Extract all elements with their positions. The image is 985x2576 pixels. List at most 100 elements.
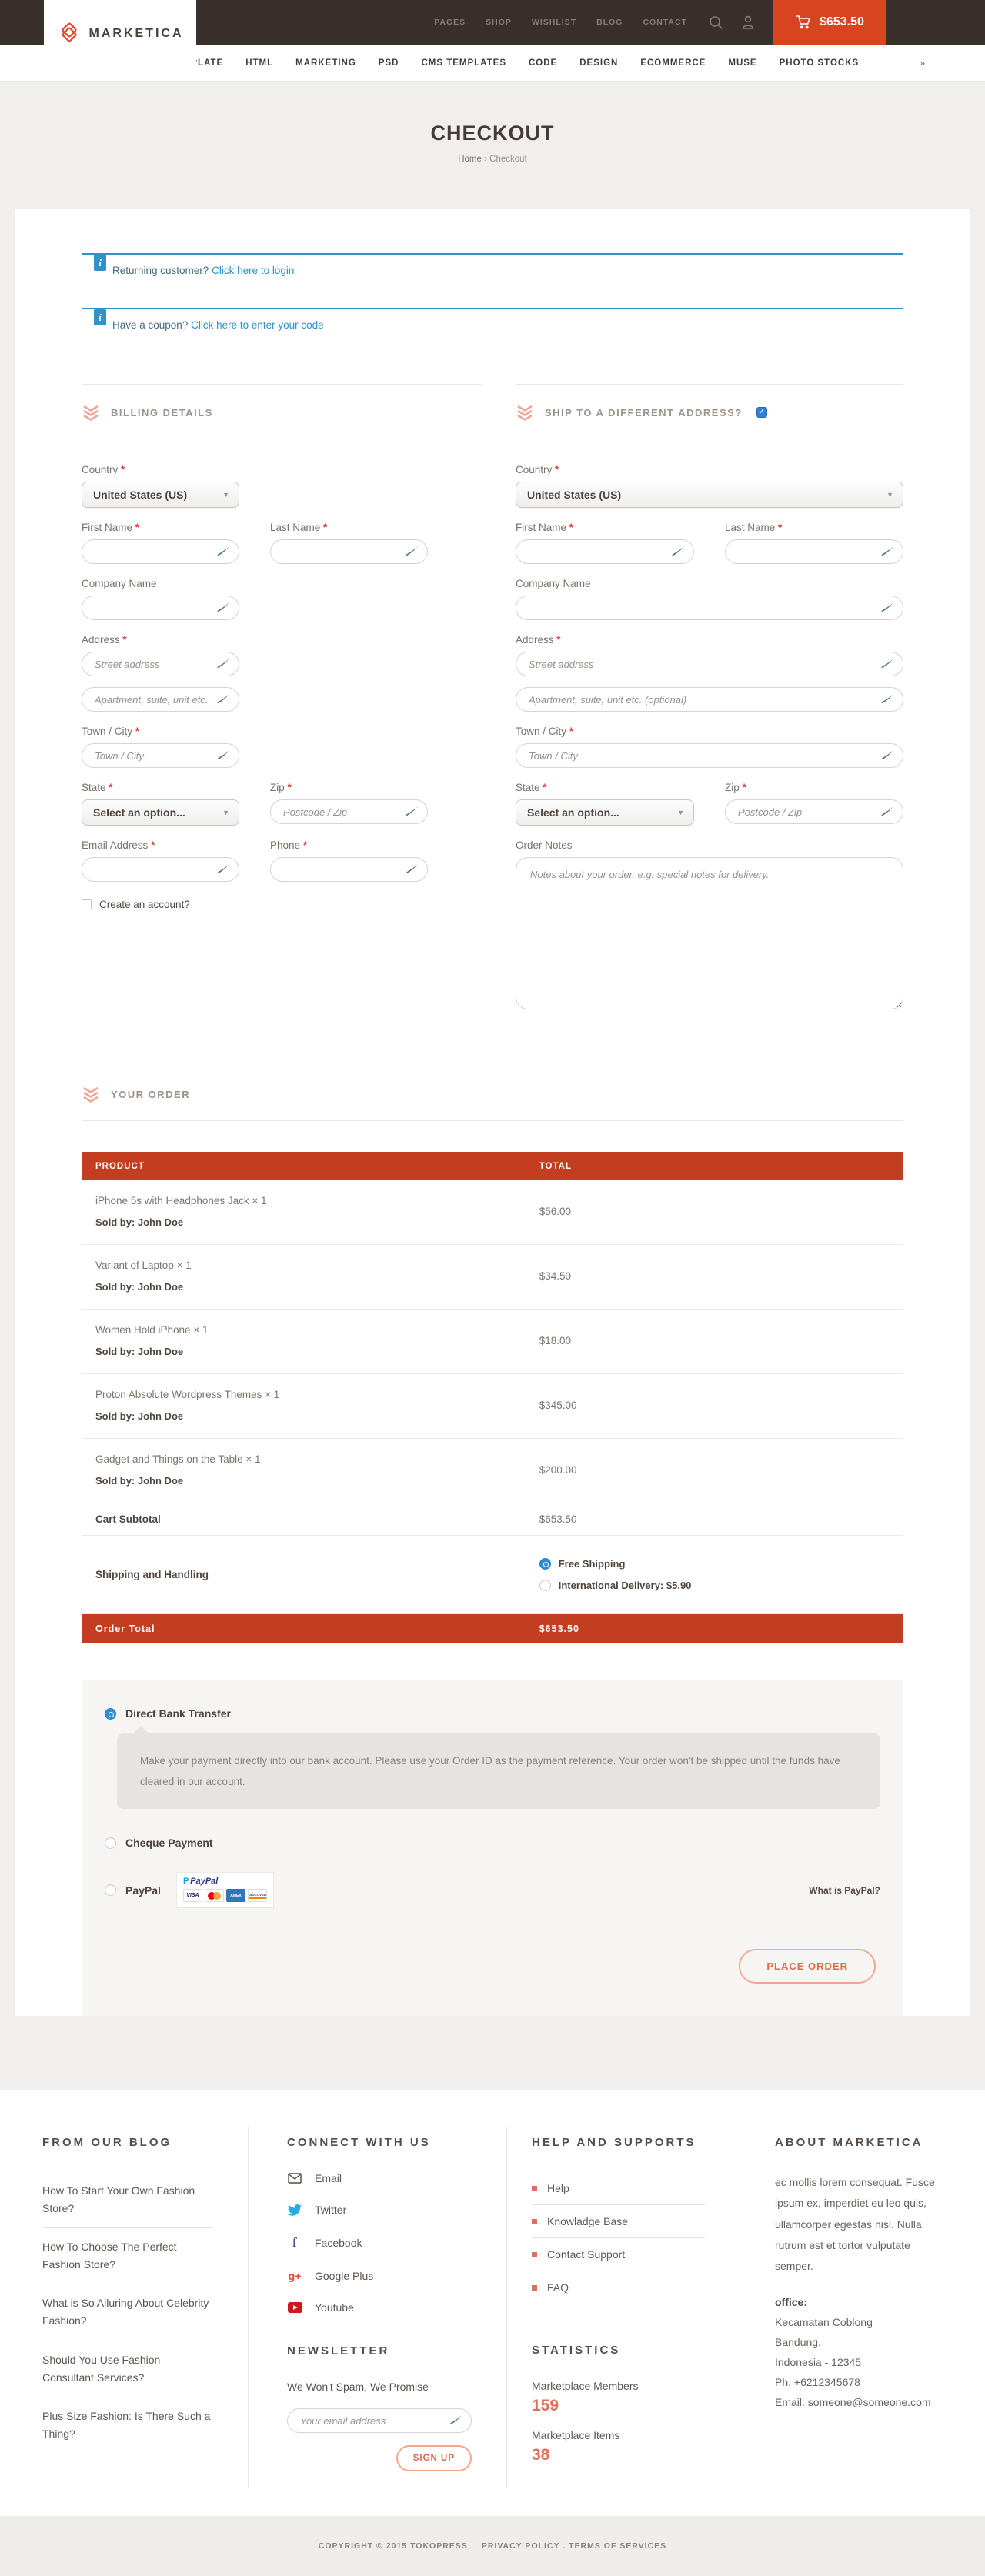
logo[interactable]: MARKETICA	[44, 0, 196, 68]
paypal-label: PayPal	[125, 1884, 161, 1897]
knowledge-base-link[interactable]: Knowladge Base	[532, 2205, 705, 2238]
blog-link[interactable]: How To Start Your Own Fashion Store?	[42, 2172, 213, 2228]
product-name: Proton Absolute Wordpress Themes × 1	[95, 1389, 526, 1400]
shipping-company-input[interactable]	[516, 596, 903, 620]
ship-different-checkbox[interactable]: ✓	[756, 407, 767, 418]
radio-selected-icon[interactable]	[539, 1558, 551, 1570]
bank-transfer-option[interactable]: Direct Bank Transfer	[105, 1707, 880, 1720]
amex-card-icon: AMEX	[226, 1889, 245, 1902]
about-text: ec mollis lorem consequat. Fusce ipsum e…	[775, 2172, 945, 2277]
nav-ecommerce[interactable]: ECOMMERCE	[640, 58, 706, 68]
free-shipping-option[interactable]: Free Shipping	[539, 1558, 903, 1570]
nav-psd[interactable]: PSD	[379, 58, 399, 68]
office-email: Email. someone@someone.com	[775, 2393, 945, 2413]
shipping-town-field: Town / City *	[516, 726, 903, 768]
header-nav-blog[interactable]: BLOG	[596, 18, 623, 27]
shipping-address2-input[interactable]	[516, 687, 903, 712]
radio-selected-icon[interactable]	[105, 1708, 116, 1720]
coupon-link[interactable]: Click here to enter your code	[191, 319, 324, 331]
nav-design[interactable]: DESIGN	[579, 58, 618, 68]
radio-icon[interactable]	[105, 1884, 116, 1896]
brand-name: MARKETICA	[89, 27, 184, 41]
cheque-payment-option[interactable]: Cheque Payment	[105, 1837, 880, 1849]
order-total-label: Order Total	[82, 1623, 526, 1634]
shipping-last-name-input[interactable]	[725, 539, 903, 564]
info-icon: i	[94, 309, 106, 325]
statistics-block: STATISTICS Marketplace Members 159 Marke…	[532, 2344, 705, 2464]
search-icon[interactable]	[709, 15, 723, 30]
google-plus-link[interactable]: g+ Google Plus	[287, 2270, 472, 2282]
office-label: office:	[775, 2292, 945, 2313]
breadcrumb-separator: ›	[484, 155, 487, 164]
newsletter-email-input[interactable]	[287, 2408, 472, 2433]
radio-icon[interactable]	[105, 1837, 116, 1849]
nav-muse[interactable]: MUSE	[728, 58, 756, 68]
newsletter-signup-button[interactable]: SIGN UP	[396, 2445, 472, 2471]
shipping-state-select[interactable]: Select an option...▼	[516, 799, 694, 826]
cart-button[interactable]: $653.50	[773, 0, 886, 45]
shipping-address-input[interactable]	[516, 652, 903, 676]
product-vendor: Sold by: John Doe	[95, 1410, 526, 1422]
pen-icon	[880, 693, 894, 704]
nav-html[interactable]: HTML	[245, 58, 273, 68]
breadcrumb: Home › Checkout	[0, 155, 985, 164]
office-address-line: Bandung.	[775, 2333, 945, 2353]
header-nav-shop[interactable]: SHOP	[486, 18, 512, 27]
product-total: $345.00	[526, 1400, 903, 1411]
about-heading: ABOUT MARKETICA	[775, 2136, 945, 2149]
blog-link[interactable]: What is So Alluring About Celebrity Fash…	[42, 2284, 213, 2341]
pen-icon	[216, 602, 230, 612]
what-is-paypal-link[interactable]: What is PayPal?	[809, 1885, 880, 1896]
blog-link[interactable]: Plus Size Fashion: Is There Such a Thing…	[42, 2397, 213, 2453]
header-nav-pages[interactable]: PAGES	[434, 18, 466, 27]
twitter-link[interactable]: Twitter	[287, 2204, 472, 2216]
pen-icon	[449, 2414, 462, 2425]
login-link[interactable]: Click here to login	[212, 265, 294, 276]
international-delivery-option[interactable]: International Delivery: $5.90	[539, 1580, 903, 1591]
contact-support-link[interactable]: Contact Support	[532, 2238, 705, 2271]
shipping-first-name-input[interactable]	[516, 539, 694, 564]
billing-country-select[interactable]: United States (US)▼	[82, 482, 239, 508]
nav-marketing[interactable]: MARKETING	[296, 58, 356, 68]
terms-link[interactable]: TERMS OF SERVICES	[569, 2541, 666, 2551]
copyright-separator: .	[563, 2541, 566, 2551]
faq-link[interactable]: FAQ	[532, 2271, 705, 2304]
breadcrumb-home[interactable]: Home	[458, 155, 482, 164]
radio-icon[interactable]	[539, 1580, 551, 1591]
email-link[interactable]: Email	[287, 2172, 472, 2184]
newsletter-heading: NEWSLETTER	[287, 2344, 472, 2357]
create-account-checkbox[interactable]	[82, 899, 92, 909]
shipping-column: SHIP TO A DIFFERENT ADDRESS? ✓ Country *…	[516, 384, 903, 1027]
facebook-link[interactable]: f Facebook	[287, 2235, 472, 2251]
pen-icon	[405, 806, 419, 816]
twitter-icon	[287, 2204, 302, 2216]
place-order-button[interactable]: PLACE ORDER	[739, 1949, 876, 1984]
order-heading: YOUR ORDER	[111, 1089, 190, 1100]
nav-photo-stocks[interactable]: PHOTO STOCKS	[780, 58, 860, 68]
shipping-country-select[interactable]: United States (US)▼	[516, 482, 903, 508]
nav-code[interactable]: CODE	[529, 58, 557, 68]
order-notes-textarea[interactable]	[516, 857, 903, 1009]
shipping-town-input[interactable]	[516, 743, 903, 768]
billing-state-select[interactable]: Select an option...▼	[82, 799, 239, 826]
shipping-zip-input[interactable]	[725, 799, 903, 824]
layers-icon	[516, 403, 534, 422]
blog-link[interactable]: How To Choose The Perfect Fashion Store?	[42, 2228, 213, 2284]
header-nav-contact[interactable]: CONTACT	[643, 18, 687, 27]
product-name: Women Hold iPhone × 1	[95, 1324, 526, 1336]
order-row: Variant of Laptop × 1 Sold by: John Doe …	[82, 1245, 903, 1310]
mastercard-card-icon	[205, 1889, 224, 1902]
page-title: CHECKOUT	[0, 122, 985, 145]
help-link[interactable]: Help	[532, 2172, 705, 2205]
user-account-icon[interactable]	[740, 15, 756, 30]
header-nav-wishlist[interactable]: WISHLIST	[532, 18, 576, 27]
blog-link[interactable]: Should You Use Fashion Consultant Servic…	[42, 2341, 213, 2397]
nav-cms-templates[interactable]: CMS TEMPLATES	[421, 58, 506, 68]
youtube-link[interactable]: Youtube	[287, 2301, 472, 2314]
company-label: Company Name	[516, 578, 903, 589]
privacy-policy-link[interactable]: PRIVACY POLICY	[482, 2541, 560, 2551]
billing-last-name-field: Last Name *	[270, 522, 428, 564]
shipping-address-field: Address *	[516, 634, 903, 712]
nav-more-chevron[interactable]: »	[920, 58, 925, 68]
paypal-option[interactable]: PayPal PPayPal VISA AMEX DISCOVER What i…	[105, 1872, 880, 1908]
